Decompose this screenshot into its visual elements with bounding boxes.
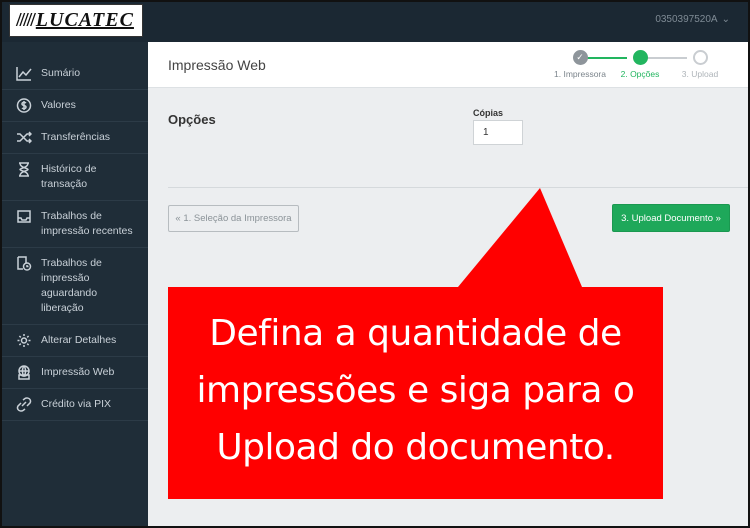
outer-frame bbox=[0, 0, 750, 528]
